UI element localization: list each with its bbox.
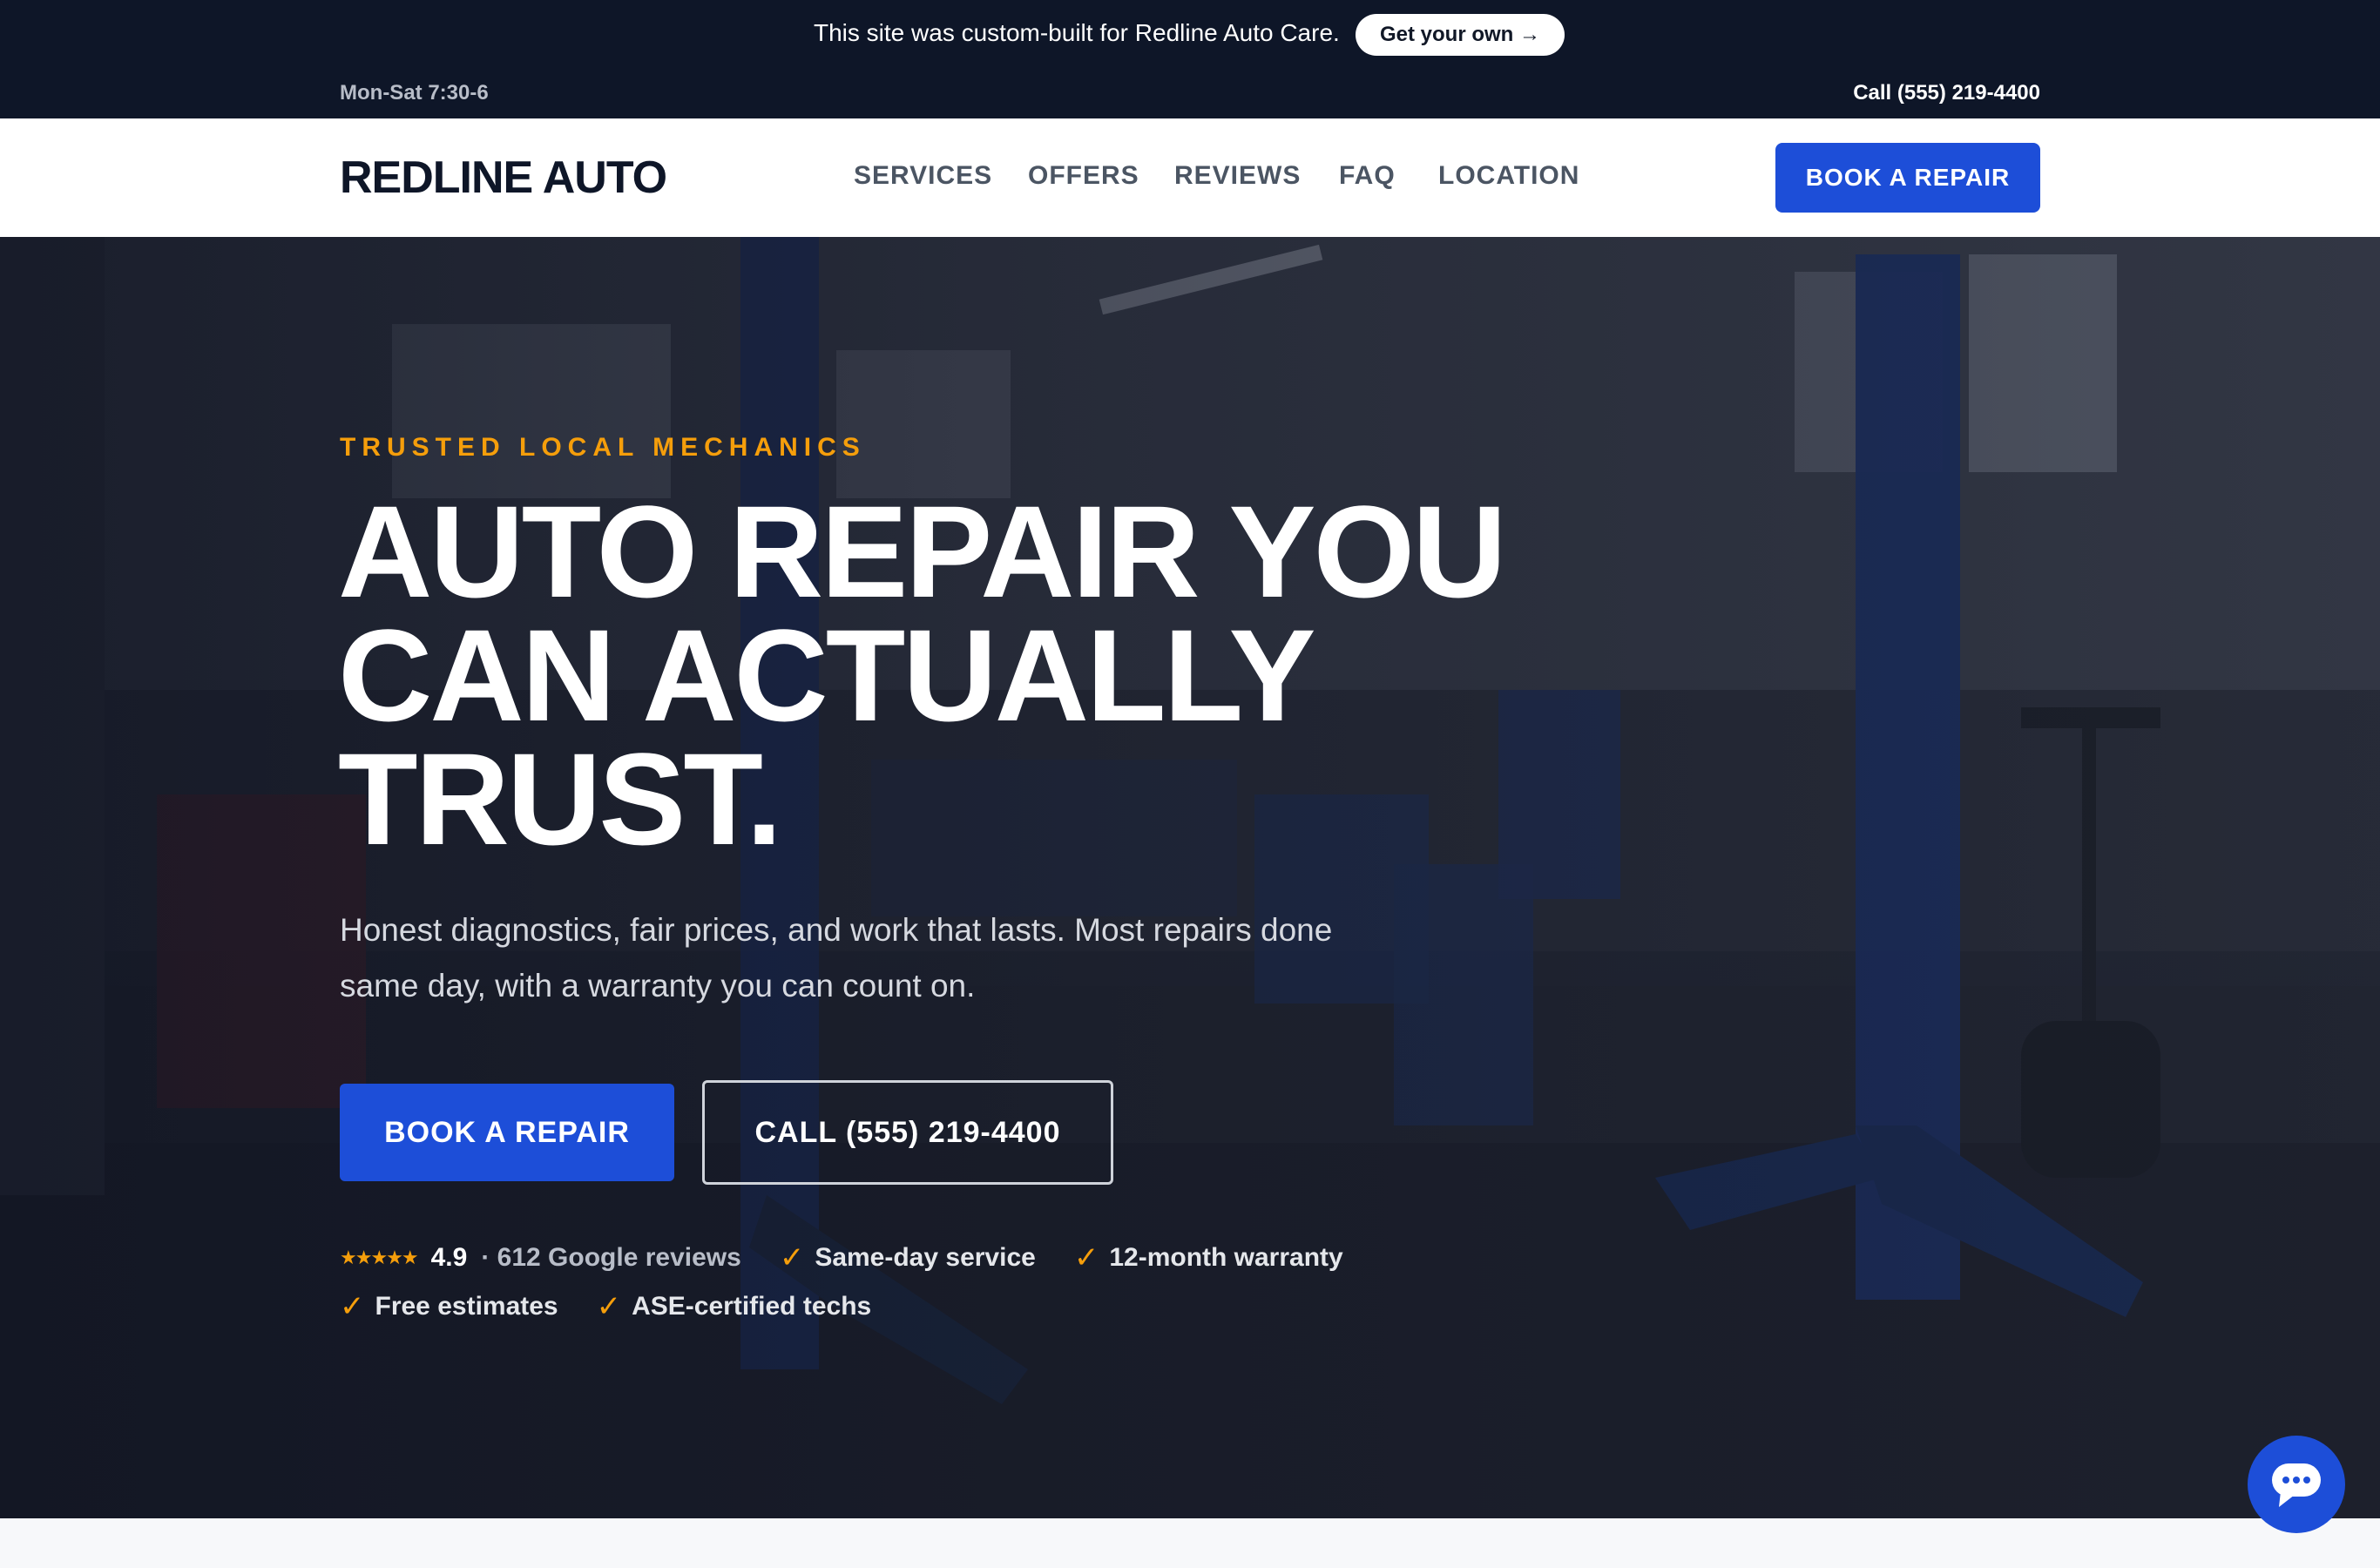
trust-row-1: ★★★★★ 4.9 · 612 Google reviews ✓ Same-da… — [340, 1239, 1382, 1277]
rating-value: 4.9 — [430, 1243, 468, 1272]
nav-faq[interactable]: FAQ — [1339, 159, 1396, 193]
chat-bubble-icon — [2272, 1463, 2321, 1507]
nav-reviews[interactable]: REVIEWS — [1174, 159, 1301, 193]
hero-eyebrow: TRUSTED LOCAL MECHANICS — [340, 433, 866, 462]
badge-label: 12-month warranty — [1109, 1243, 1343, 1272]
nav-location[interactable]: LOCATION — [1438, 159, 1579, 193]
badge-same-day: ✓ Same-day service — [780, 1240, 1036, 1275]
checkmark-icon: ✓ — [596, 1290, 622, 1323]
topbar-phone-link[interactable]: Call (555) 219-4400 — [1853, 80, 2040, 106]
headline-line-2: CAN ACTUALLY — [338, 602, 1316, 748]
badge-label: ASE-certified techs — [632, 1292, 872, 1321]
trust-row-2: ✓ Free estimates ✓ ASE-certified techs — [340, 1288, 909, 1326]
badge-warranty: ✓ 12-month warranty — [1074, 1240, 1343, 1275]
headline-line-1: AUTO REPAIR YOU — [338, 478, 1507, 625]
badge-ase-certified: ✓ ASE-certified techs — [597, 1289, 872, 1324]
promo-text: This site was custom-built for Redline A… — [814, 19, 1340, 46]
badge-label: Same-day service — [815, 1243, 1036, 1272]
review-count: · 612 Google reviews — [481, 1243, 741, 1272]
chat-button[interactable] — [2248, 1436, 2345, 1533]
promo-bar: This site was custom-built for Redline A… — [0, 0, 2380, 118]
badge-free-estimates: ✓ Free estimates — [340, 1289, 558, 1324]
site-logo[interactable]: REDLINE AUTO — [340, 150, 667, 206]
headline-line-3: TRUST. — [338, 726, 782, 872]
hero-dark-overlay — [0, 237, 2380, 1518]
hero-book-repair-button[interactable]: BOOK A REPAIR — [340, 1084, 674, 1181]
nav-offers[interactable]: OFFERS — [1028, 159, 1139, 193]
nav-services[interactable]: SERVICES — [854, 159, 992, 193]
hero-section: TRUSTED LOCAL MECHANICS AUTO REPAIR YOU … — [0, 237, 2380, 1518]
header-book-repair-button[interactable]: BOOK A REPAIR — [1775, 143, 2040, 213]
get-your-own-button[interactable]: Get your own → — [1356, 14, 1565, 56]
checkmark-icon: ✓ — [340, 1290, 365, 1323]
hero-headline: AUTO REPAIR YOU CAN ACTUALLY TRUST. — [338, 478, 1645, 872]
star-rating-icon: ★★★★★ — [340, 1247, 419, 1268]
hero-call-button[interactable]: CALL (555) 219-4400 — [702, 1080, 1113, 1185]
checkmark-icon: ✓ — [779, 1241, 805, 1274]
checkmark-icon: ✓ — [1073, 1241, 1099, 1274]
hero-subtext: Honest diagnostics, fair prices, and wor… — [340, 912, 1333, 1004]
business-hours: Mon-Sat 7:30-6 — [340, 81, 489, 105]
badge-label: Free estimates — [375, 1292, 558, 1321]
main-navbar: REDLINE AUTO SERVICES OFFERS REVIEWS FAQ… — [0, 118, 2380, 237]
